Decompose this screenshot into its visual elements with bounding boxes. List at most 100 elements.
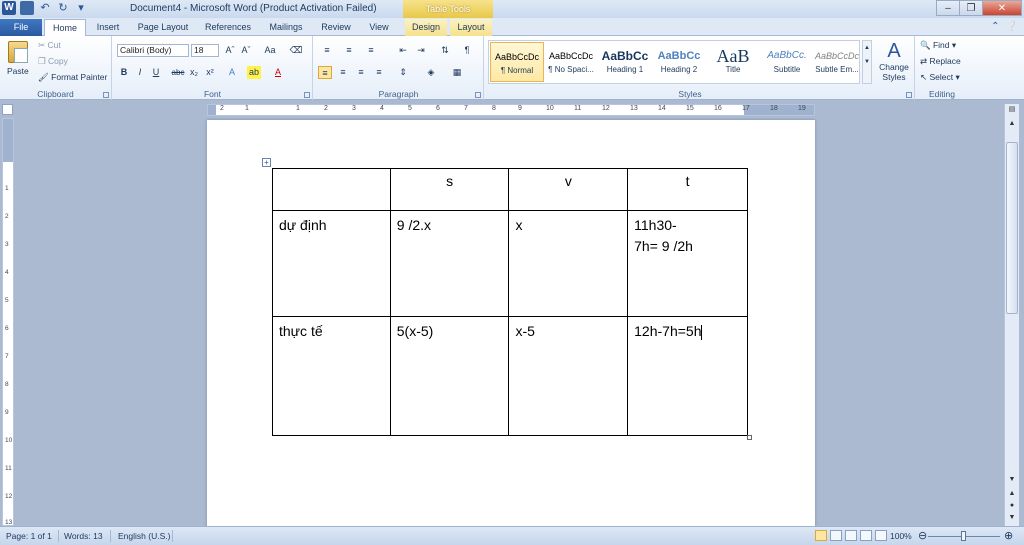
save-icon[interactable] xyxy=(20,1,34,15)
table-cell[interactable] xyxy=(272,168,391,211)
previous-page-icon[interactable]: ▲ xyxy=(1006,488,1018,500)
tab-view[interactable]: View xyxy=(362,19,396,36)
draft-view-icon[interactable] xyxy=(875,530,887,541)
numbering-icon[interactable]: ≡ xyxy=(342,44,356,57)
italic-icon[interactable]: I xyxy=(133,66,147,79)
find-button[interactable]: 🔍 Find ▾ xyxy=(920,40,956,51)
styles-launcher-icon[interactable] xyxy=(906,92,912,98)
highlight-icon[interactable]: ab xyxy=(247,66,261,79)
multilevel-list-icon[interactable]: ≡ xyxy=(364,44,378,57)
close-icon[interactable]: ✕ xyxy=(982,0,1022,16)
outline-view-icon[interactable] xyxy=(860,530,872,541)
table-cell[interactable]: dự định xyxy=(272,210,391,317)
table-resize-handle[interactable] xyxy=(747,435,752,440)
font-launcher-icon[interactable] xyxy=(304,92,310,98)
clear-formatting-icon[interactable]: ⌫ xyxy=(289,44,303,57)
superscript-icon[interactable]: x² xyxy=(203,66,217,79)
style-heading-2[interactable]: AaBbCc Heading 2 xyxy=(652,42,706,82)
tab-references[interactable]: References xyxy=(200,19,256,36)
paste-button[interactable]: Paste xyxy=(7,66,29,76)
table-cell[interactable]: s xyxy=(389,168,510,211)
page-count[interactable]: Page: 1 of 1 xyxy=(6,531,52,541)
align-center-icon[interactable]: ≡ xyxy=(336,66,350,79)
table-cell[interactable]: 9 /2.x xyxy=(389,210,510,317)
grow-font-icon[interactable]: Aˆ xyxy=(223,44,237,57)
bold-icon[interactable]: B xyxy=(117,66,131,79)
increase-indent-icon[interactable]: ⇥ xyxy=(414,44,428,57)
font-color-icon[interactable]: A xyxy=(271,66,285,79)
style-title[interactable]: AaB Title xyxy=(706,42,760,82)
tab-layout[interactable]: Layout xyxy=(450,19,492,36)
styles-gallery-scroll[interactable]: ▲ ▼ xyxy=(862,40,872,84)
style-subtle-emphasis[interactable]: AaBbCcDc Subtle Em... xyxy=(814,42,860,82)
scroll-up-icon[interactable]: ▲ xyxy=(1006,118,1018,130)
help-icon[interactable]: ❔ xyxy=(1006,21,1018,32)
full-screen-view-icon[interactable] xyxy=(830,530,842,541)
zoom-out-icon[interactable]: ⊖ xyxy=(918,529,927,542)
justify-icon[interactable]: ≡ xyxy=(372,66,386,79)
tab-page-layout[interactable]: Page Layout xyxy=(132,19,194,36)
vertical-ruler[interactable]: 1 2 3 4 5 6 7 8 9 10 11 12 13 xyxy=(2,118,14,526)
subscript-icon[interactable]: x₂ xyxy=(187,66,201,79)
style-no-spacing[interactable]: AaBbCcDc ¶ No Spaci... xyxy=(544,42,598,82)
restore-icon[interactable]: ❐ xyxy=(959,0,983,16)
font-size-combo[interactable]: 18 xyxy=(191,44,219,57)
cut-button[interactable]: ✂ Cut xyxy=(38,40,61,51)
change-case-icon[interactable]: Aa xyxy=(263,44,277,57)
tab-design[interactable]: Design xyxy=(405,19,447,36)
tab-review[interactable]: Review xyxy=(316,19,356,36)
undo-icon[interactable]: ↶ xyxy=(38,1,52,15)
text-effects-icon[interactable]: A xyxy=(225,66,239,79)
bullets-icon[interactable]: ≡ xyxy=(320,44,334,57)
table-cell[interactable]: thực tế xyxy=(272,316,391,436)
table-move-handle-icon[interactable]: + xyxy=(262,158,271,167)
copy-button[interactable]: ❐ Copy xyxy=(38,56,68,67)
browse-object-icon[interactable]: ● xyxy=(1006,500,1018,512)
table-cell[interactable]: 11h30- 7h= 9 /2h xyxy=(627,210,748,317)
horizontal-ruler[interactable]: 2 1 1 2 3 4 5 6 7 8 9 10 11 12 13 14 15 … xyxy=(207,104,815,116)
document-table[interactable]: s v t dự định 9 /2.x x 11h30- 7h= 9 /2h … xyxy=(272,168,748,436)
customize-qat-icon[interactable]: ▾ xyxy=(74,1,88,15)
minimize-icon[interactable]: – xyxy=(936,0,960,16)
tab-mailings[interactable]: Mailings xyxy=(262,19,310,36)
show-formatting-icon[interactable]: ¶ xyxy=(460,44,474,57)
word-logo-icon[interactable]: W xyxy=(2,1,16,15)
change-styles-button[interactable]: A Change Styles xyxy=(878,40,910,82)
tab-home[interactable]: Home xyxy=(44,19,86,36)
minimize-ribbon-icon[interactable]: ⌃ xyxy=(991,21,999,32)
vertical-scrollbar[interactable]: ▤ ▲ ▼ ▲ ● ▼ xyxy=(1004,104,1019,526)
align-left-icon[interactable]: ≡ xyxy=(318,66,332,79)
replace-button[interactable]: ⇄ Replace xyxy=(920,56,961,67)
tab-file[interactable]: File xyxy=(0,19,42,36)
underline-icon[interactable]: U xyxy=(149,66,163,79)
format-painter-button[interactable]: 🖌 Format Painter xyxy=(38,72,107,83)
select-button[interactable]: ↖ Select ▾ xyxy=(920,72,960,83)
document-page[interactable]: + s v t dự định 9 /2.x x 11h30- 7h= 9 /2… xyxy=(207,120,815,526)
table-cell[interactable]: x xyxy=(508,210,629,317)
tab-insert[interactable]: Insert xyxy=(90,19,126,36)
font-name-combo[interactable]: Calibri (Body) xyxy=(117,44,189,57)
next-page-icon[interactable]: ▼ xyxy=(1006,512,1018,524)
line-spacing-icon[interactable]: ⇕ xyxy=(396,66,410,79)
strikethrough-icon[interactable]: abc xyxy=(171,66,185,79)
zoom-level[interactable]: 100% xyxy=(890,531,912,541)
scroll-down-icon[interactable]: ▼ xyxy=(1006,474,1018,486)
borders-icon[interactable]: ▦ xyxy=(450,66,464,79)
style-subtitle[interactable]: AaBbCc. Subtitle xyxy=(760,42,814,82)
table-cell[interactable]: v xyxy=(508,168,629,211)
style-normal[interactable]: AaBbCcDc ¶ Normal xyxy=(490,42,544,82)
sort-icon[interactable]: ⇅ xyxy=(438,44,452,57)
redo-icon[interactable]: ↻ xyxy=(56,1,70,15)
web-layout-view-icon[interactable] xyxy=(845,530,857,541)
table-cell[interactable]: 12h-7h=5h xyxy=(627,316,748,436)
tab-selector[interactable] xyxy=(2,104,13,115)
document-area[interactable]: + s v t dự định 9 /2.x x 11h30- 7h= 9 /2… xyxy=(16,118,1004,526)
table-cell[interactable]: 5(x-5) xyxy=(389,316,510,436)
shrink-font-icon[interactable]: Aˇ xyxy=(239,44,253,57)
print-layout-view-icon[interactable] xyxy=(815,530,827,541)
ruler-toggle-icon[interactable]: ▤ xyxy=(1006,104,1018,116)
zoom-slider-handle[interactable] xyxy=(961,531,966,541)
paragraph-launcher-icon[interactable] xyxy=(475,92,481,98)
table-cell[interactable]: x-5 xyxy=(508,316,629,436)
zoom-in-icon[interactable]: ⊕ xyxy=(1004,529,1013,542)
